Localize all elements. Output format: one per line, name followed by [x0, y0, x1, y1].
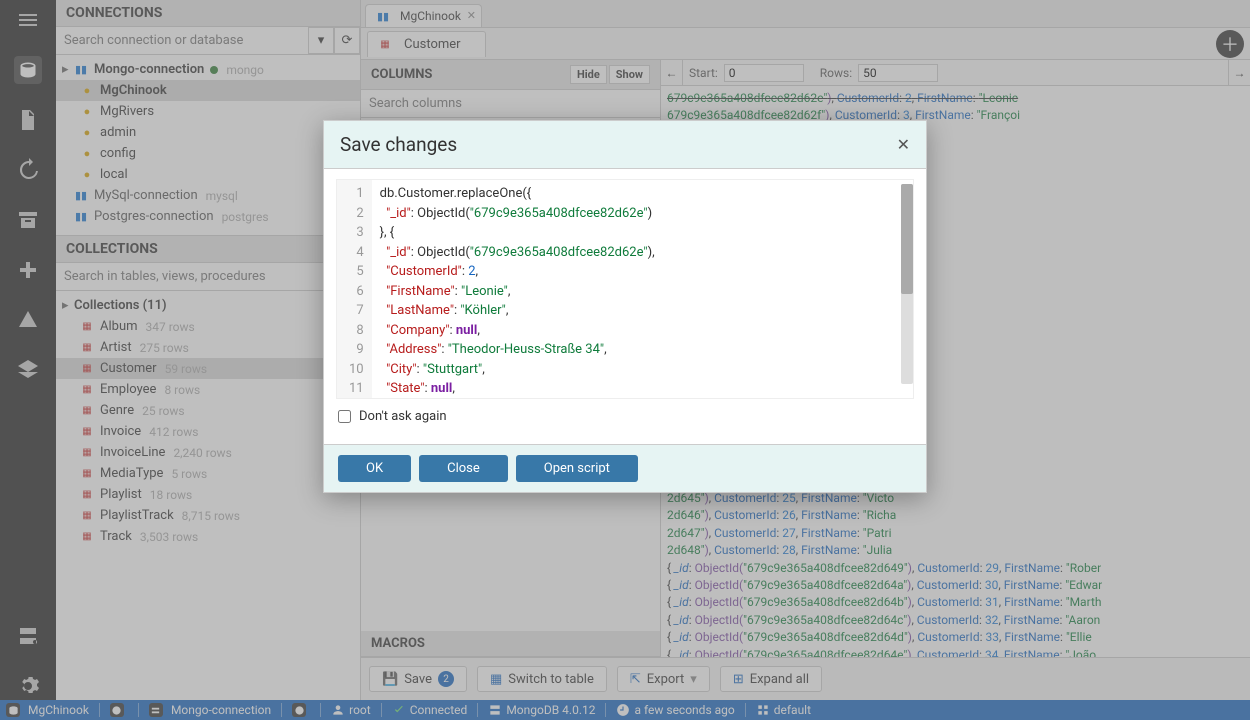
- scrollbar[interactable]: [901, 184, 913, 384]
- dont-ask-checkbox[interactable]: [338, 410, 351, 423]
- modal-overlay: Save changes ✕ 123456789101112131415 db.…: [0, 0, 1250, 720]
- modal-title: Save changes: [340, 133, 457, 156]
- open-script-button[interactable]: Open script: [516, 455, 638, 482]
- close-button[interactable]: Close: [419, 455, 508, 482]
- script-preview[interactable]: 123456789101112131415 db.Customer.replac…: [336, 179, 914, 399]
- ok-button[interactable]: OK: [338, 455, 411, 482]
- save-changes-modal: Save changes ✕ 123456789101112131415 db.…: [323, 120, 927, 493]
- close-icon[interactable]: ✕: [897, 135, 910, 154]
- dont-ask-label: Don't ask again: [359, 409, 447, 424]
